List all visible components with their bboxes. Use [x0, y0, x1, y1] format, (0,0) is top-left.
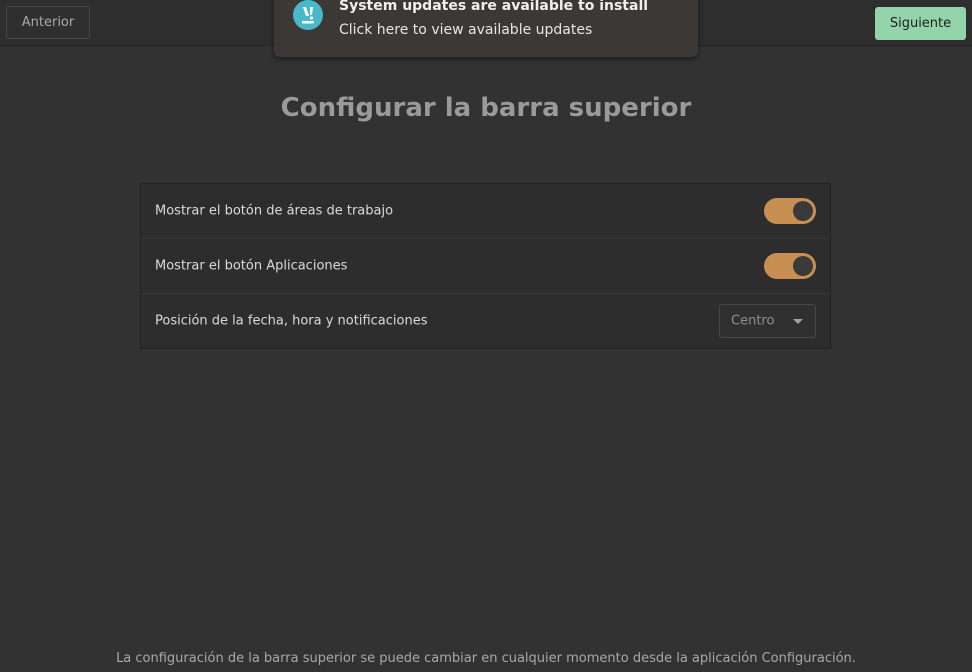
previous-button-label: Anterior	[21, 15, 75, 30]
update-notification[interactable]: System updates are available to install …	[274, 0, 698, 57]
previous-button[interactable]: Anterior	[6, 6, 90, 39]
settings-list: Mostrar el botón de áreas de trabajo Mos…	[140, 183, 831, 349]
setting-row-applications-button: Mostrar el botón Aplicaciones	[141, 239, 830, 294]
dropdown-value: Centro	[731, 313, 775, 329]
setting-label-applications-button: Mostrar el botón Aplicaciones	[155, 258, 348, 274]
setting-label-clock-position: Posición de la fecha, hora y notificacio…	[155, 313, 428, 329]
page-title: Configurar la barra superior	[280, 93, 692, 123]
switch-knob	[793, 256, 813, 276]
setting-row-clock-position: Posición de la fecha, hora y notificacio…	[141, 294, 830, 348]
clock-position-dropdown[interactable]: Centro	[719, 304, 816, 338]
pop-os-logo-icon	[293, 0, 323, 30]
setting-label-workspaces-button: Mostrar el botón de áreas de trabajo	[155, 203, 394, 219]
notification-title: System updates are available to install	[339, 0, 649, 14]
footer-note: La configuración de la barra superior se…	[116, 651, 856, 666]
next-button-label: Siguiente	[889, 16, 952, 31]
setup-window: Anterior Siguiente System updates are av…	[0, 0, 972, 672]
applications-button-switch[interactable]	[764, 253, 816, 279]
workspaces-button-switch[interactable]	[764, 198, 816, 224]
switch-knob	[793, 201, 813, 221]
next-button[interactable]: Siguiente	[875, 7, 966, 40]
setting-row-workspaces-button: Mostrar el botón de áreas de trabajo	[141, 184, 830, 239]
notification-body: Click here to view available updates	[339, 22, 593, 38]
chevron-down-icon	[793, 319, 803, 324]
